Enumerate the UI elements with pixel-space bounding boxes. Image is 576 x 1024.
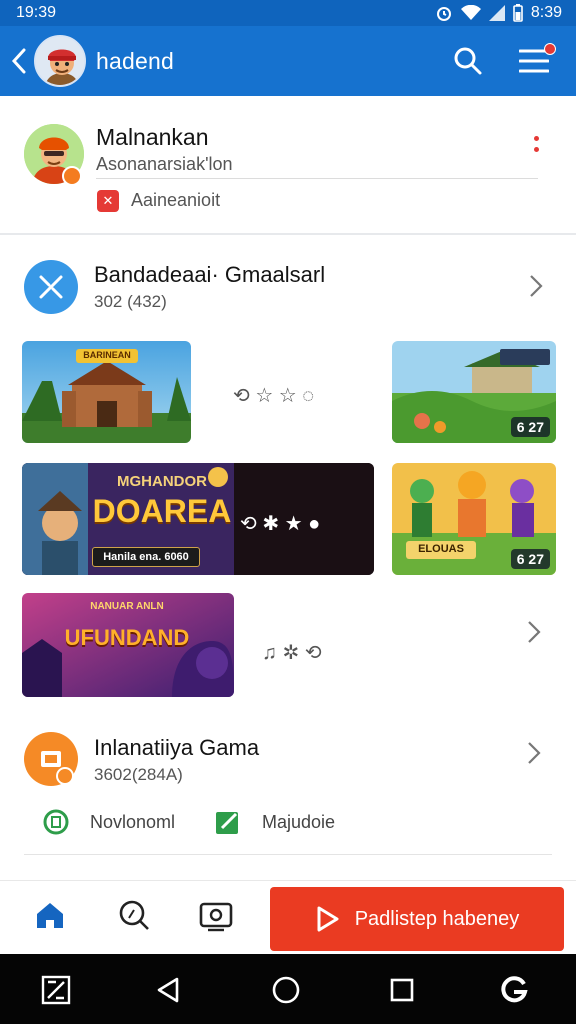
profile-section[interactable]: Malnankan Asonanarsiak'lon ✕ Aaineanioit [0,98,576,233]
circle-home-icon [272,976,300,1004]
play-button[interactable]: Padlistep habeney [270,887,564,951]
photo-icon [199,902,233,932]
triangle-back-icon [157,977,179,1003]
bottom-navigation: Padlistep habeney [0,880,576,954]
system-navigation-bar [0,954,576,1024]
game-tile-village[interactable]: 6 27 [392,341,556,443]
category-title: Bandadeaai· Gmaalsarl [94,262,326,287]
app-title: hadend [96,47,174,74]
menu-button[interactable] [518,43,556,77]
tools-icon [39,275,63,299]
status-time-right: 8:39 [530,4,562,21]
tiles-chevron[interactable] [522,617,546,647]
divider [24,854,552,855]
score-badge: 6 27 [510,549,550,569]
game-tile-featured[interactable]: MGHANDOR DOAREA Hanila ena. 6060 ⟲ ✱ ★ ● [22,463,374,575]
game-tile-castle[interactable]: BARINEAN [22,341,191,443]
category-badge [56,767,74,785]
search-icon [119,900,149,930]
profile-badge [62,166,82,186]
chip-label: Novlonoml [90,811,176,832]
back-button[interactable] [4,26,34,96]
chip-module[interactable]: Majudoie [214,808,335,836]
alarm-icon [436,7,451,21]
section-separator [0,233,576,235]
back-system-button[interactable] [150,972,186,1008]
edit-square-icon [214,808,242,836]
play-button-label: Padlistep habeney [354,907,520,930]
tile-title-main: DOAREA [92,493,232,529]
app-avatar[interactable] [34,35,86,87]
tile-rating-row: ⟲ ✱ ★ ● [240,513,321,535]
status-icons: 8:39 [435,4,562,22]
g-logo-icon [501,976,528,1003]
tag-icon: ✕ [97,190,119,212]
chip-label: Majudoie [262,811,336,832]
category-chevron[interactable] [524,271,548,301]
circle-icon [42,808,70,836]
category-row[interactable]: Bandadeaai· Gmaalsarl 302 (432) [0,240,576,332]
more-options-button[interactable] [528,134,544,166]
character-avatar-icon [36,37,84,85]
nav-explore[interactable] [114,895,154,935]
category-count: 302 (432) [94,292,167,311]
app-bar: hadend [0,26,576,96]
grid-logo-icon [41,975,71,1005]
nav-media[interactable] [196,895,236,935]
status-time: 19:39 [16,4,57,21]
status-bar: 19:39 8:39 [0,0,576,26]
search-button[interactable] [452,45,484,77]
game-tile-heroes[interactable]: ELOUAS 6 27 [392,463,556,575]
battery-icon [513,4,523,22]
app-switch-button[interactable] [38,972,74,1008]
square-recents-icon [390,978,414,1002]
divider [96,178,538,179]
notification-dot [544,43,556,55]
tile-title-top: MGHANDOR [117,473,207,490]
more-dot [533,136,539,141]
score-badge: 6 27 [510,417,550,437]
nav-home[interactable] [30,895,70,935]
profile-name: Malnankan [96,124,209,150]
chevron-left-icon [11,48,26,74]
more-dot [533,147,539,152]
recents-system-button[interactable] [384,972,420,1008]
search-icon [454,47,482,75]
tile-label: ELOUAS [418,543,464,555]
tile-title-top: NANUAR ANLN [90,601,164,612]
home-icon [37,903,63,928]
play-icon [317,906,339,932]
chevron-right-icon [530,275,543,297]
category-icon [24,260,78,314]
chip-novelty[interactable]: Novlonoml [42,808,175,836]
profile-subtitle: Asonanarsiak'lon [96,154,233,174]
tile-rating-row: ♫ ✲ ⟲ [262,642,322,664]
category-count: 3602(284A) [94,765,183,784]
tile-caption: Hanila ena. 6060 [92,547,200,567]
wifi-icon [460,5,481,20]
signal-icon [488,5,505,21]
tile-title-main: UFUNDAND [64,625,190,650]
tile-title: BARINEAN [83,350,131,360]
chevron-right-icon [528,742,541,764]
chevron-right-icon [528,621,541,643]
assistant-button[interactable] [496,972,532,1008]
game-tile-purple[interactable]: NANUAR ANLN UFUNDAND [22,593,234,697]
home-system-button[interactable] [268,972,304,1008]
category-row-2[interactable]: Inlanatiiya Gama 3602(284A) Novlonoml Ma… [0,712,576,862]
profile-tag: Aaineanioit [131,190,221,210]
category-title: Inlanatiiya Gama [94,735,260,760]
app-actions [452,43,556,77]
tile-rating-row: ⟲ ☆ ☆ ◌ [233,385,315,407]
category-chevron[interactable] [522,738,546,768]
